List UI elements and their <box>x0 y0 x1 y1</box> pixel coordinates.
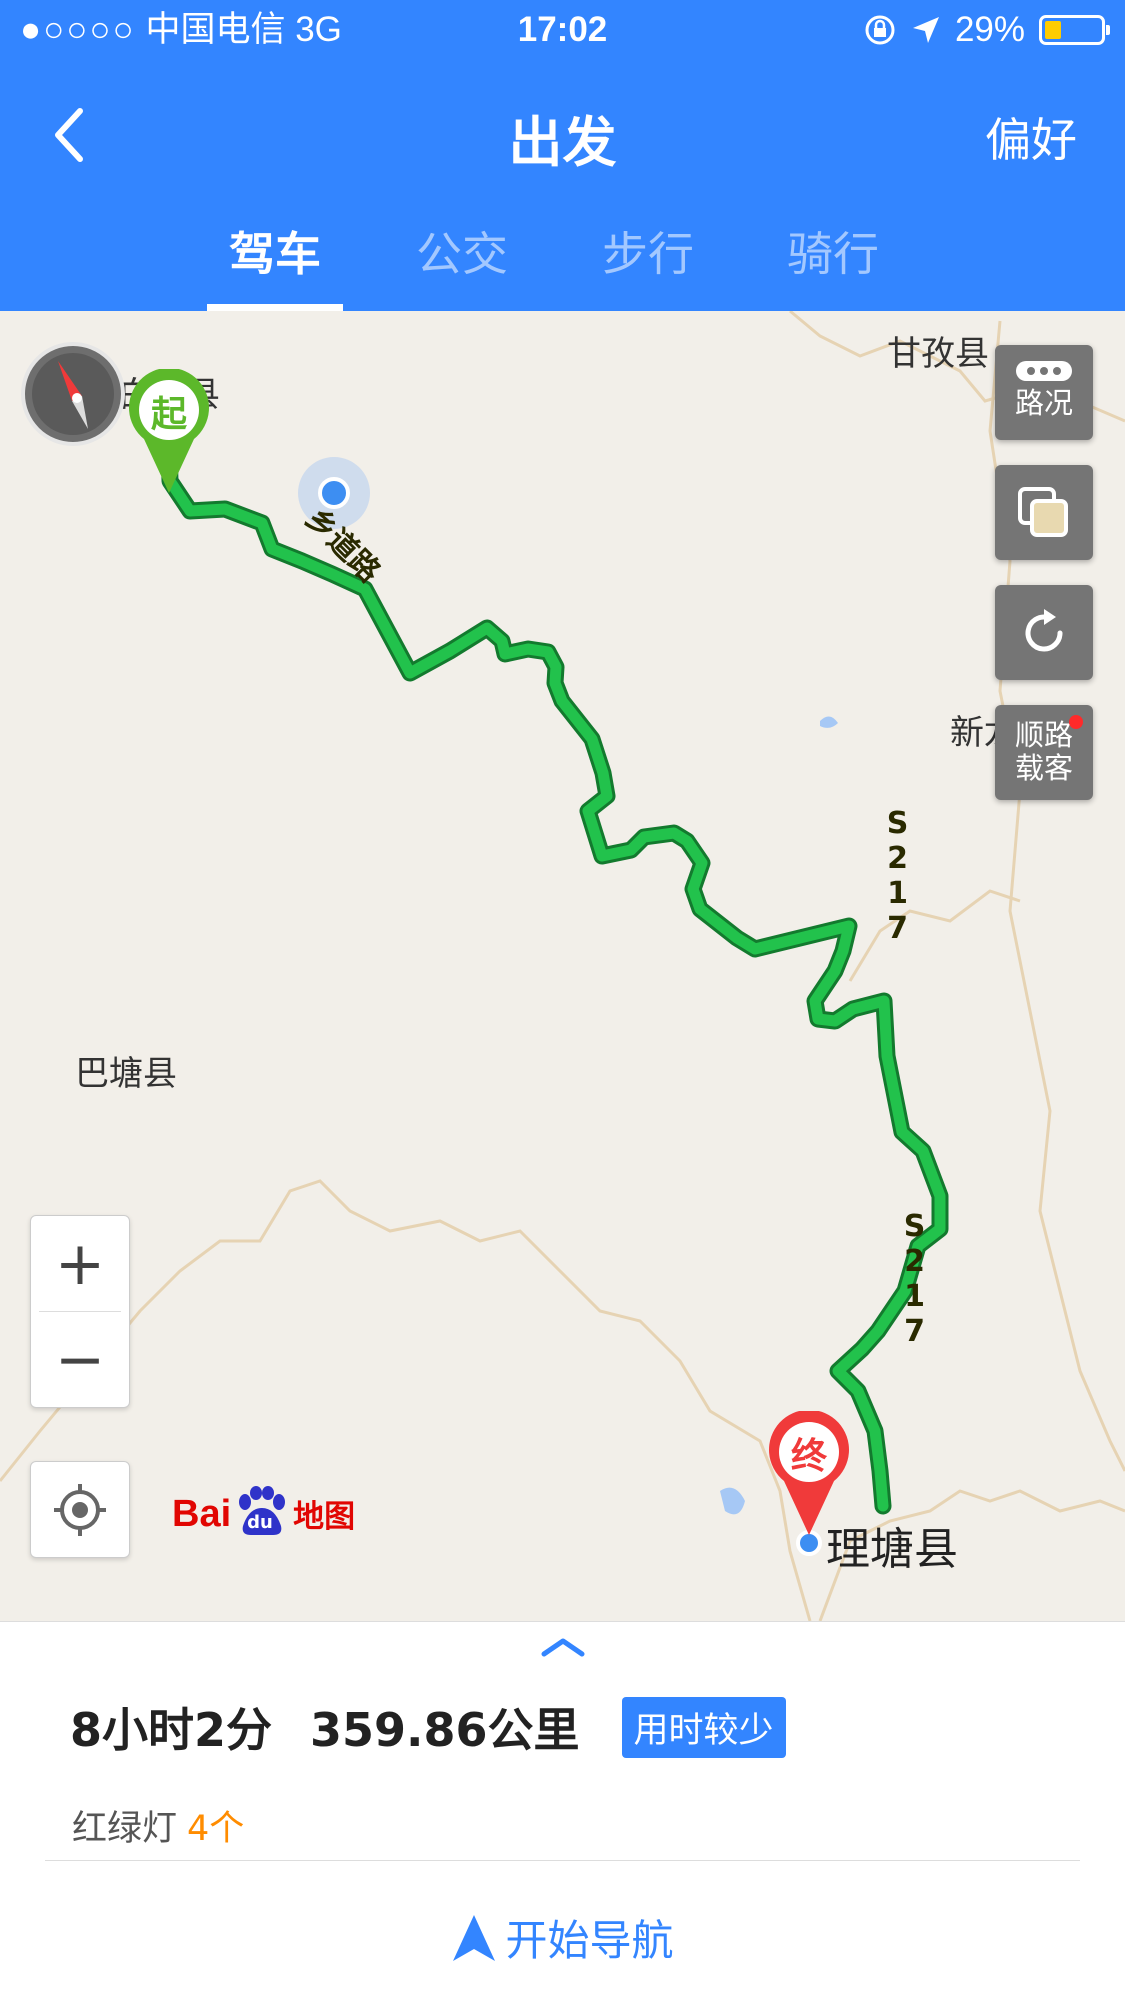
place-ganzi: 甘孜县 <box>887 334 989 374</box>
system-status: 29% <box>863 10 1110 50</box>
crosshair-icon <box>54 1483 106 1536</box>
divider <box>45 1860 1080 1861</box>
start-marker-label: 起 <box>150 394 187 435</box>
route-info-panel[interactable]: 8小时2分 359.86公里 用时较少 红绿灯 4个 开始导航 <box>0 1621 1125 2002</box>
route-duration: 8小时2分 <box>70 1703 273 1757</box>
active-tab-indicator <box>207 304 343 311</box>
zoom-in-button[interactable]: + <box>31 1216 129 1311</box>
tab-walk[interactable]: 步行 <box>580 222 716 286</box>
lake <box>820 716 838 728</box>
lake <box>720 1487 745 1515</box>
start-marker[interactable]: 起 <box>126 367 212 495</box>
traffic-button[interactable]: 路况 <box>995 345 1093 440</box>
refresh-button[interactable] <box>995 585 1093 680</box>
carpool-button[interactable]: 顺路 载客 <box>995 705 1093 800</box>
orientation-lock-icon <box>865 15 895 45</box>
compass-icon <box>21 342 125 446</box>
refresh-icon <box>1025 609 1063 652</box>
road-label-s217-upper: S217 <box>880 806 915 946</box>
end-marker-label: 终 <box>790 1436 827 1477</box>
start-navigation-button[interactable]: 开始导航 <box>0 1907 1125 1968</box>
transport-mode-tabs: 驾车 公交 步行 骑行 <box>0 222 1125 311</box>
route-tag-badge: 用时较少 <box>621 1696 786 1758</box>
baidu-map-logo: Bai du 地图 <box>172 1486 355 1536</box>
road-label-s217-lower: S217 <box>897 1209 932 1349</box>
logo-du: du <box>247 1512 273 1533</box>
route-line <box>162 405 946 1512</box>
start-navigation-label: 开始导航 <box>505 1916 674 1965</box>
location-arrow-icon <box>912 17 939 43</box>
tab-bus[interactable]: 公交 <box>394 222 530 286</box>
logo-brand: Bai <box>172 1493 232 1535</box>
tab-ride[interactable]: 骑行 <box>765 222 901 286</box>
route-summary: 8小时2分 359.86公里 用时较少 <box>70 1694 786 1760</box>
battery-icon <box>1039 15 1110 45</box>
route-distance: 359.86公里 <box>310 1703 580 1757</box>
preferences-button[interactable]: 偏好 <box>985 104 1077 170</box>
zoom-out-button[interactable]: − <box>31 1312 129 1407</box>
traffic-label: 路况 <box>1014 386 1073 420</box>
notification-dot <box>1069 715 1083 729</box>
route-line-border <box>159 402 949 1515</box>
locate-me-button[interactable] <box>30 1461 130 1558</box>
traffic-icon <box>1016 361 1072 381</box>
navigation-arrow-icon <box>453 1914 496 1961</box>
place-batang: 巴塘县 <box>75 1054 177 1094</box>
battery-level <box>1045 21 1061 39</box>
traffic-lights-label: 红绿灯 <box>72 1809 178 1849</box>
logo-suffix: 地图 <box>293 1499 356 1535</box>
expand-panel-button[interactable] <box>540 1636 586 1662</box>
compass-button[interactable] <box>20 341 126 447</box>
tab-drive[interactable]: 驾车 <box>207 222 343 286</box>
layers-button[interactable] <box>995 465 1093 560</box>
carpool-label-2: 载客 <box>1014 751 1073 785</box>
traffic-lights-count: 4个 <box>187 1809 245 1849</box>
logo-paw: du <box>235 1486 289 1536</box>
zoom-control: + − <box>30 1215 130 1408</box>
map-canvas <box>0 311 1125 1621</box>
boundary-line <box>848 889 1021 982</box>
end-marker[interactable]: 终 <box>766 1409 852 1537</box>
layers-icon <box>1018 487 1068 537</box>
page-title: 出发 <box>508 111 617 174</box>
map-view[interactable]: 乡道路 S217 S217 白玉县 甘孜县 新龙县 巴塘县 理塘县 起 终 <box>0 311 1125 1621</box>
top-bar: ●○○○○ 中国电信 3G 17:02 29% 出发 偏好 驾车 公交 步行 骑… <box>0 0 1125 311</box>
chevron-up-icon <box>541 1638 585 1657</box>
traffic-lights-info: 红绿灯 4个 <box>72 1800 244 1851</box>
battery-percent: 29% <box>954 10 1025 49</box>
